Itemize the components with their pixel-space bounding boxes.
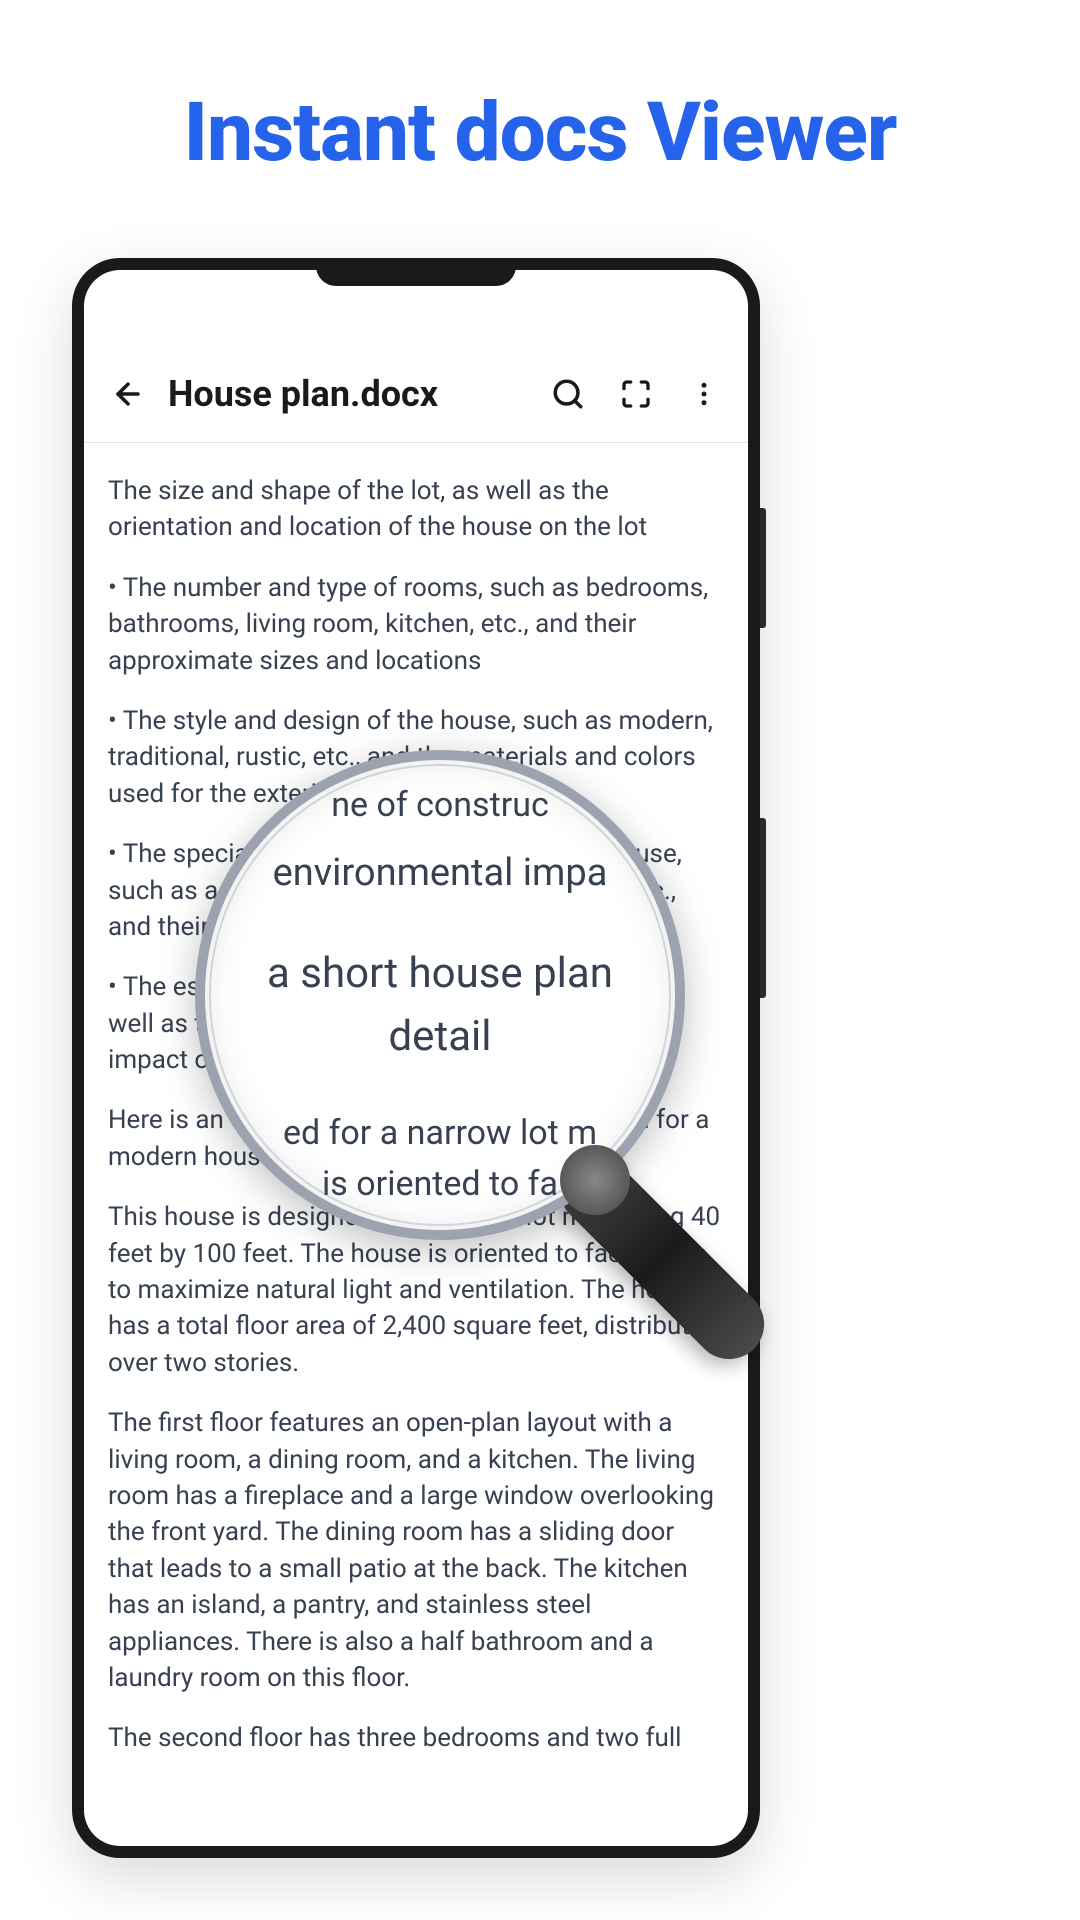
phone-side-button — [760, 818, 766, 998]
doc-paragraph: The first floor features an open-plan la… — [108, 1405, 724, 1696]
doc-paragraph: The size and shape of the lot, as well a… — [108, 473, 724, 546]
hero-title: Instant docs Viewer — [0, 85, 1080, 181]
more-vertical-icon — [689, 379, 719, 409]
search-button[interactable] — [544, 370, 592, 418]
phone-notch — [316, 258, 516, 286]
fullscreen-button[interactable] — [612, 370, 660, 418]
magnified-line: ne of construc — [220, 780, 660, 831]
magnified-line: a short house plan detail — [220, 942, 660, 1068]
phone-side-button — [760, 508, 766, 628]
fullscreen-icon — [620, 378, 652, 410]
doc-paragraph: The second floor has three bedrooms and … — [108, 1720, 724, 1756]
search-icon — [551, 377, 585, 411]
more-options-button[interactable] — [680, 370, 728, 418]
app-toolbar: House plan.docx — [84, 270, 748, 443]
back-button[interactable] — [104, 370, 152, 418]
document-title: House plan.docx — [168, 373, 524, 415]
magnified-line: environmental impa — [220, 845, 660, 902]
doc-bullet: • The number and type of rooms, such as … — [108, 570, 724, 679]
back-arrow-icon — [111, 377, 145, 411]
